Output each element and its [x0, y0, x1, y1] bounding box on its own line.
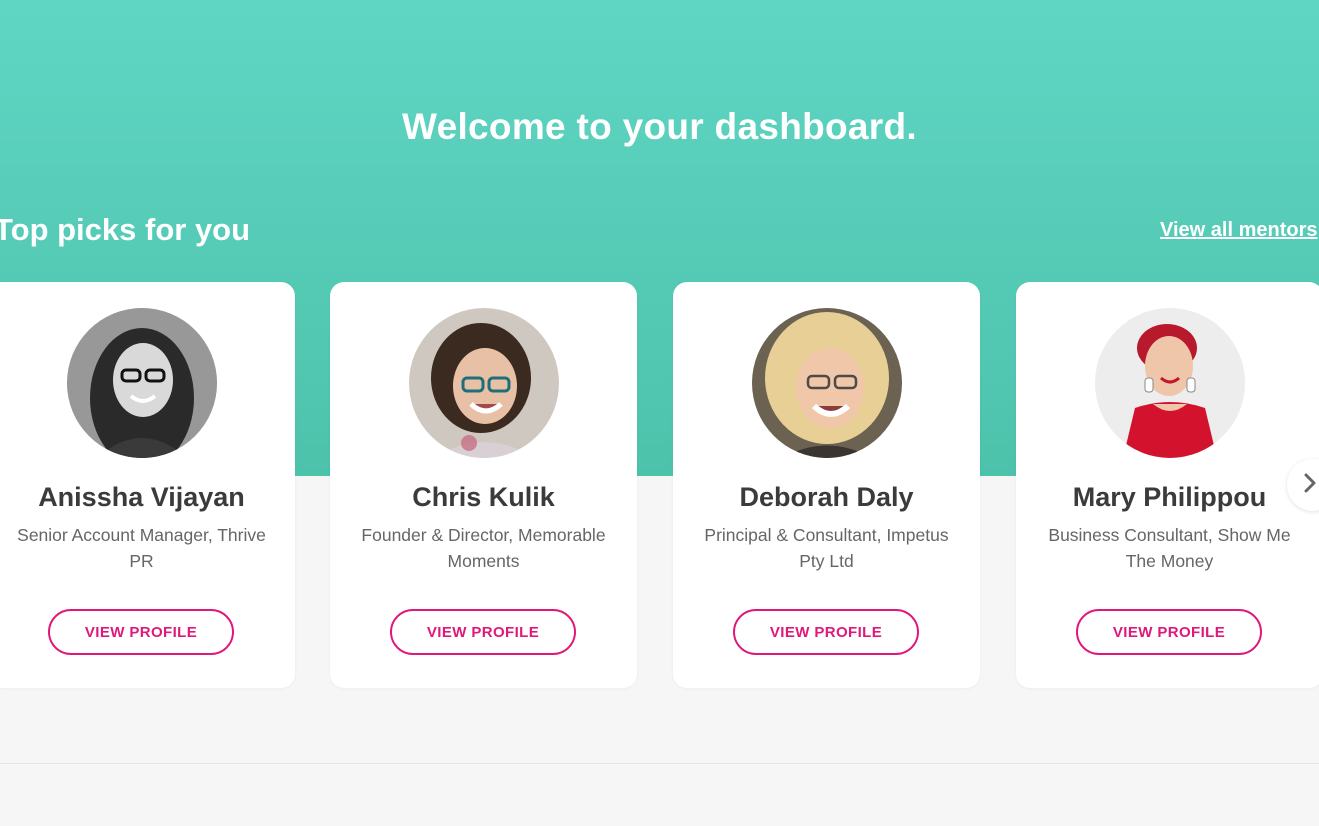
mentor-avatar [409, 308, 559, 458]
section-divider [0, 763, 1319, 764]
mentor-card: Mary Philippou Business Consultant, Show… [1016, 282, 1319, 688]
mentor-name: Deborah Daly [739, 482, 914, 512]
mentor-role: Principal & Consultant, Impetus Pty Ltd [704, 525, 949, 571]
mentor-card: Anissha Vijayan Senior Account Manager, … [0, 282, 295, 688]
mentor-avatar [1095, 308, 1245, 458]
mentor-role: Business Consultant, Show Me The Money [1048, 525, 1291, 571]
chevron-right-icon [1303, 473, 1317, 498]
mentor-avatar [752, 308, 902, 458]
mentor-name: Chris Kulik [412, 482, 555, 512]
view-all-mentors-link[interactable]: View all mentors [1160, 219, 1317, 242]
top-picks-heading: Top picks for you [0, 212, 251, 247]
mentor-name: Anissha Vijayan [38, 482, 245, 512]
mentor-avatar [67, 308, 217, 458]
view-profile-button[interactable]: VIEW PROFILE [390, 609, 576, 655]
view-profile-button[interactable]: VIEW PROFILE [1076, 609, 1262, 655]
view-profile-button[interactable]: VIEW PROFILE [48, 609, 234, 655]
mentor-role: Founder & Director, Memorable Moments [361, 525, 606, 571]
mentor-role: Senior Account Manager, Thrive PR [17, 525, 266, 571]
welcome-heading: Welcome to your dashboard. [402, 106, 917, 147]
mentor-card: Chris Kulik Founder & Director, Memorabl… [330, 282, 637, 688]
view-profile-button[interactable]: VIEW PROFILE [733, 609, 919, 655]
mentor-card: Deborah Daly Principal & Consultant, Imp… [673, 282, 980, 688]
mentor-name: Mary Philippou [1072, 482, 1267, 512]
